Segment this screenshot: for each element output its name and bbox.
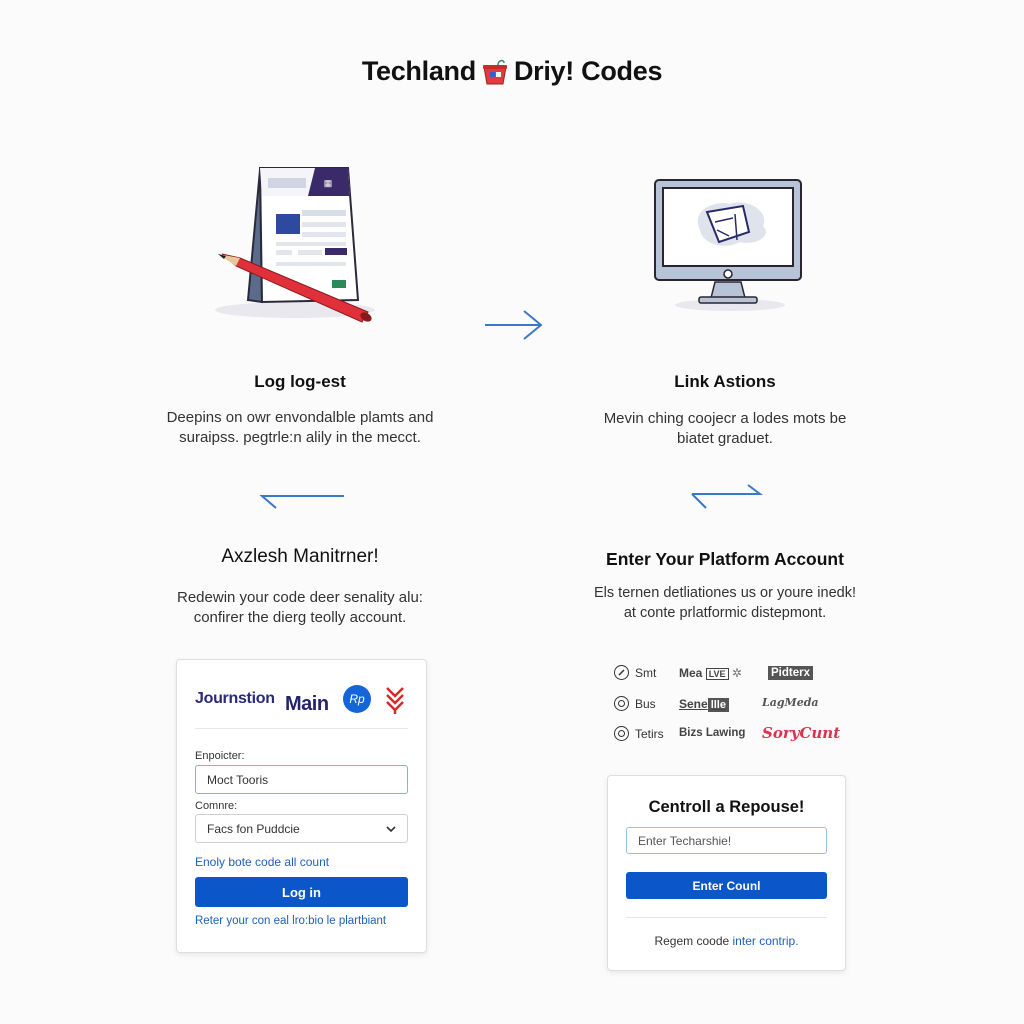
brand-text: Bizs Lawing bbox=[679, 727, 746, 739]
platform-option[interactable]: Smt bbox=[614, 665, 656, 680]
brand-box: LVE bbox=[705, 668, 729, 680]
logo-rp: Rp bbox=[343, 685, 371, 713]
step-2-description: Mevin ching coojecr a lodes mots be biat… bbox=[575, 409, 875, 449]
platform-option[interactable]: Bus bbox=[614, 696, 656, 711]
step-4-description-line: Els ternen detliationes us or youre ined… bbox=[594, 585, 856, 601]
step-1-description-line: Deepins on owr envondalble plamts and bbox=[166, 409, 434, 426]
brand-logo: Sene llle bbox=[679, 697, 729, 712]
star-icon: ✲ bbox=[731, 666, 742, 680]
login-button[interactable]: Log in bbox=[195, 877, 408, 907]
page-title: Techland Driy! Codes bbox=[0, 56, 1024, 87]
divider bbox=[626, 917, 827, 918]
redeem-footer: Regem coode inter contrip. bbox=[608, 934, 845, 948]
arrow-left-icon bbox=[256, 486, 348, 519]
login-card: Journstion Main Rp Enpoicter: Moct Toori… bbox=[176, 659, 427, 953]
step-2-description-line: Mevin ching coojecr a lodes mots be bbox=[603, 410, 847, 427]
brand-box: llle bbox=[707, 698, 729, 712]
brand-logo: LagMeda bbox=[762, 696, 819, 709]
brand-logo: SoryCunt bbox=[762, 724, 841, 742]
chevron-logo-icon bbox=[385, 684, 405, 719]
brand-logo: Mea LVE ✲ bbox=[679, 666, 742, 680]
step-4-description-line: at conte prlatformic distepmont. bbox=[623, 605, 827, 621]
field2-label: Comnre: bbox=[195, 800, 238, 812]
field2-select[interactable]: Facs fon Puddcie bbox=[195, 814, 408, 843]
step-1-description: Deepins on owr envondalble plamts and su… bbox=[140, 408, 460, 448]
step-3-description-line: Redewin your code deer senality alu: bbox=[177, 589, 423, 606]
field1-value: Moct Tooris bbox=[207, 772, 269, 787]
redeem-input-placeholder: Enter Techarshie! bbox=[638, 833, 732, 848]
platform-option[interactable]: Tetirs bbox=[614, 726, 664, 741]
field1-input[interactable]: Moct Tooris bbox=[195, 765, 408, 794]
step-2-title: Link Astions bbox=[674, 372, 776, 391]
document-with-pencil-icon: ▦ bbox=[200, 150, 390, 330]
step-1-title: Log log-est bbox=[254, 372, 346, 391]
redeem-title: Centroll a Repouse! bbox=[648, 798, 805, 816]
enter-count-button[interactable]: Enter Counl bbox=[626, 872, 827, 899]
step-4-description: Els ternen detliationes us or youre ined… bbox=[560, 583, 890, 623]
monitor-icon bbox=[645, 170, 815, 320]
helper-link[interactable]: Enoly bote code all count bbox=[195, 855, 329, 869]
logo-journstion: Journstion bbox=[195, 690, 275, 707]
redeem-code-input[interactable]: Enter Techarshie! bbox=[626, 827, 827, 854]
field2-value: Facs fon Puddcie bbox=[207, 821, 300, 836]
divider bbox=[195, 728, 408, 729]
redeem-footer-text: Regem coode bbox=[654, 934, 730, 948]
redeem-card: Centroll a Repouse! Enter Techarshie! En… bbox=[607, 775, 846, 971]
title-left: Techland bbox=[361, 56, 476, 86]
brand-text: Mea bbox=[679, 666, 703, 680]
bucket-icon bbox=[480, 57, 510, 87]
platform-option-label: Tetirs bbox=[635, 726, 664, 741]
platform-option-label: Bus bbox=[635, 696, 656, 711]
brand-logo: Bizs Lawing bbox=[679, 727, 745, 739]
check-circle-icon bbox=[614, 665, 629, 680]
arrow-exchange-icon bbox=[686, 482, 766, 517]
step-3-description: Redewin your code deer senality alu: con… bbox=[140, 588, 460, 628]
svg-text:▦: ▦ bbox=[324, 178, 333, 188]
platform-option-label: Smt bbox=[635, 665, 657, 680]
step-4-title: Enter Your Platform Account bbox=[606, 549, 844, 569]
arrow-right-icon bbox=[482, 308, 546, 347]
radio-icon bbox=[614, 726, 629, 741]
title-right: Driy! Codes bbox=[513, 56, 663, 86]
step-3-title: Axzlesh Manitrner! bbox=[221, 546, 379, 567]
radio-icon bbox=[614, 696, 629, 711]
logo-main: Main bbox=[285, 692, 329, 715]
chevron-down-icon bbox=[386, 822, 396, 836]
step-2-description-line: biatet graduet. bbox=[677, 430, 773, 447]
brand-logo: Pidterx bbox=[768, 666, 813, 680]
footer-link[interactable]: Reter your con eal lro:bio le plartbiant bbox=[195, 915, 386, 927]
redeem-footer-link[interactable]: inter contrip. bbox=[733, 934, 799, 948]
partner-logos: Journstion Main Rp bbox=[195, 682, 415, 716]
step-3-description-line: confirer the dierg teolly account. bbox=[193, 609, 407, 626]
step-1-description-line: suraipss. pegtrle:n alily in the mecct. bbox=[179, 429, 421, 446]
field1-label: Enpoicter: bbox=[195, 750, 245, 762]
brand-text: Sene bbox=[679, 697, 708, 711]
